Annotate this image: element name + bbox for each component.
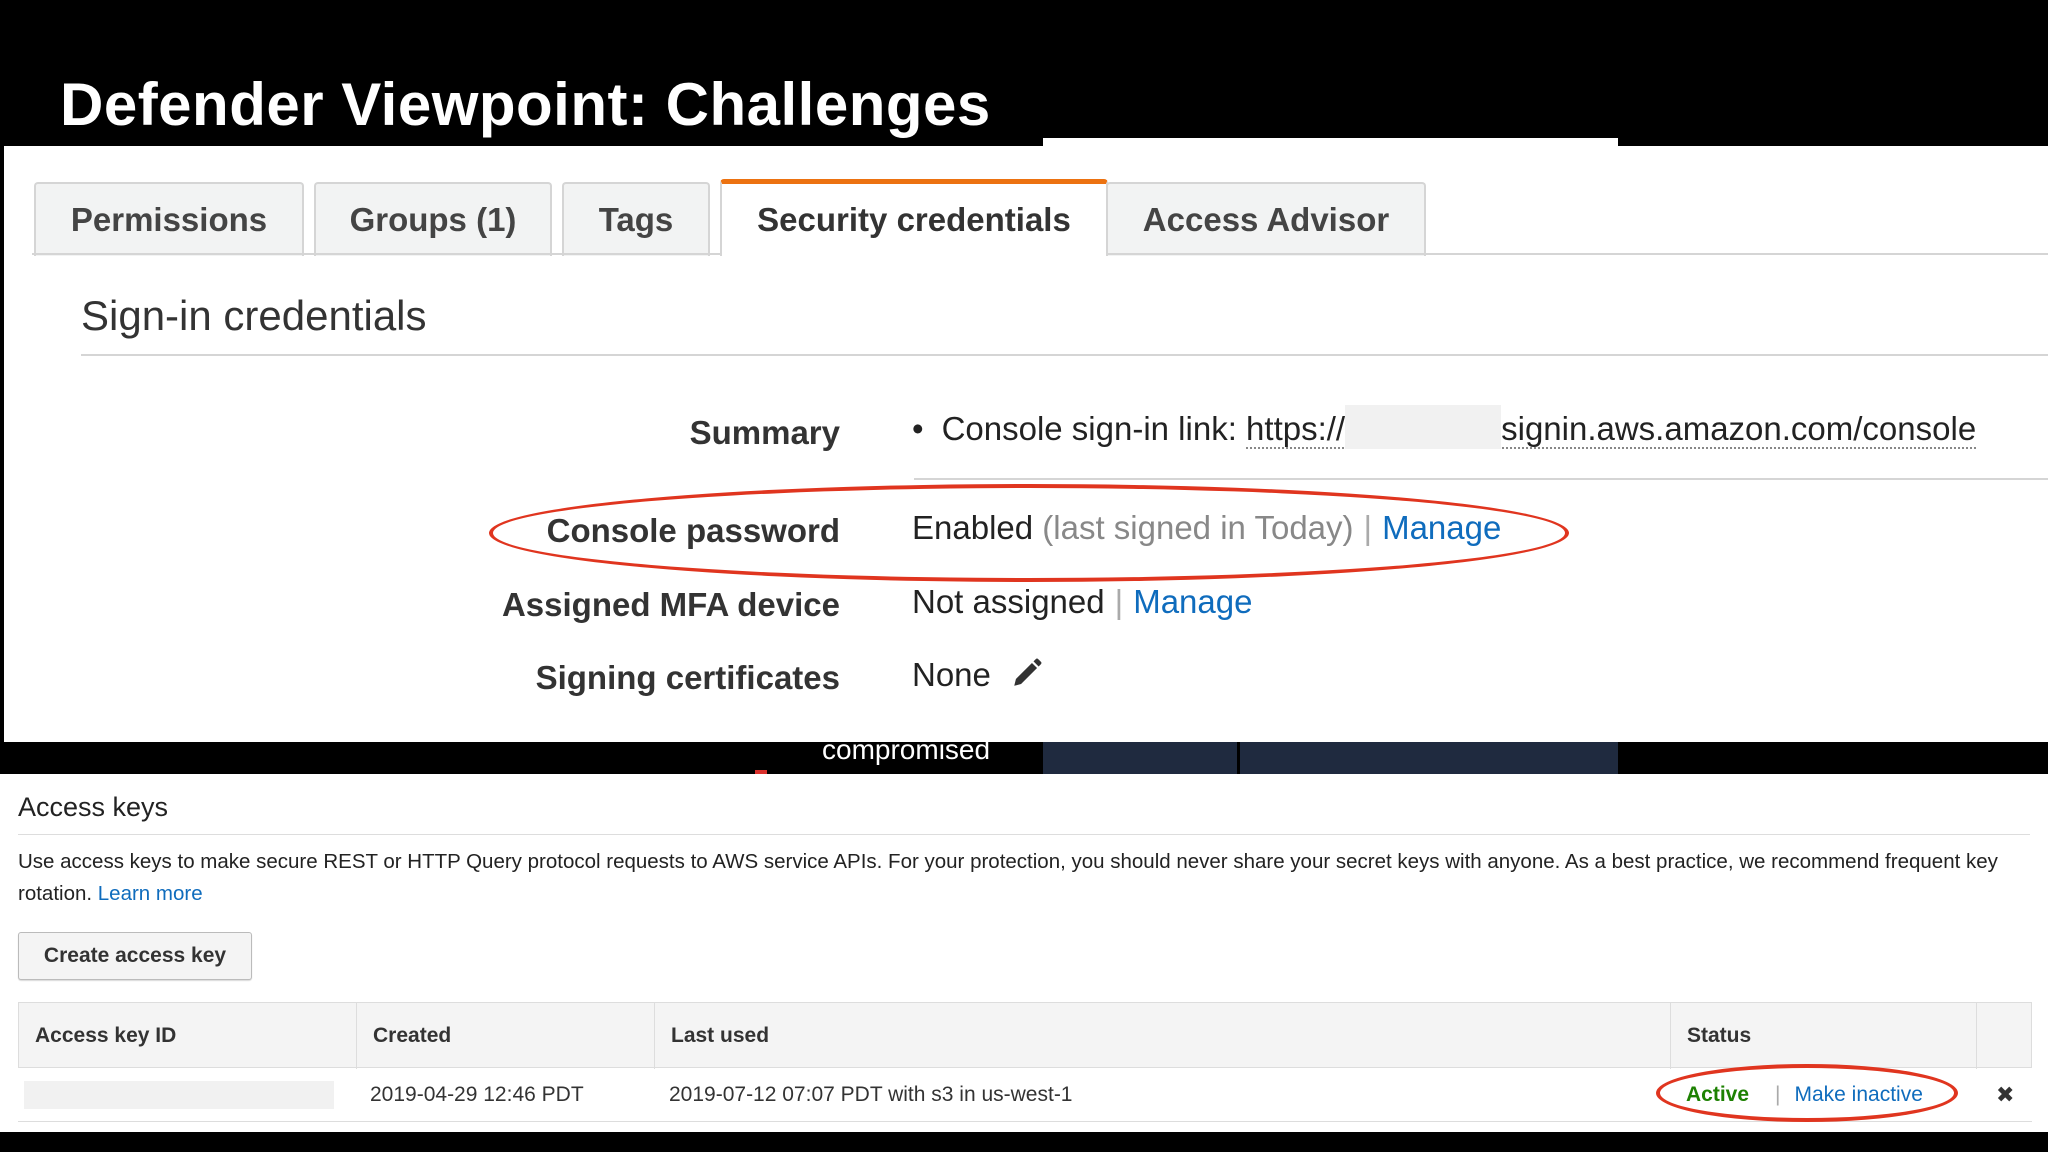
column-header-status[interactable]: Status [1671,1003,1977,1069]
mfa-value: Not assigned | Manage [912,583,1252,621]
section-title: Sign-in credentials [81,292,427,339]
column-header-last-used[interactable]: Last used [655,1003,1671,1069]
summary-value: • Console sign-in link: https://signin.aw… [912,405,1977,450]
iam-user-panel: Permissions Groups (1) Tags Security cre… [4,146,2048,742]
bullet: • [912,410,924,447]
created-cell: 2019-04-29 12:46 PDT [370,1083,584,1106]
section-divider [81,354,2048,356]
mfa-status: Not assigned [912,583,1105,620]
table-header: Access key ID Created Last used Status [18,1002,2032,1069]
summary-divider [914,478,2048,480]
summary-label: Summary [689,414,840,451]
tab-tags[interactable]: Tags [562,182,710,256]
separator: | [1114,583,1124,620]
access-keys-title: Access keys [18,792,169,822]
access-keys-panel: Access keys Use access keys to make secu… [0,774,2048,1132]
access-keys-description: Use access keys to make secure REST or H… [18,846,2018,910]
pencil-icon[interactable] [1010,656,1044,698]
annotation-ellipse [1656,1064,1958,1122]
slide-title: Defender Viewpoint: Challenges [60,71,991,138]
tab-access-advisor[interactable]: Access Advisor [1106,182,1426,256]
signin-link-prefix: Console sign-in link: [941,410,1237,447]
tab-bar: Permissions Groups (1) Tags Security cre… [32,179,2048,256]
signing-certs-label: Signing certificates [535,659,840,696]
annotation-ellipse [489,484,1569,582]
delete-key-icon[interactable]: ✖ [1996,1068,2014,1122]
manage-mfa-link[interactable]: Manage [1133,583,1252,620]
console-signin-link[interactable]: https://signin.aws.amazon.com/console [1246,405,1977,450]
column-header-access-key-id[interactable]: Access key ID [19,1003,357,1069]
learn-more-link[interactable]: Learn more [98,882,203,905]
tab-groups[interactable]: Groups (1) [314,182,552,256]
deck-navy-block [1240,742,1618,774]
deck-navy-block [1043,742,1237,774]
access-key-id-cell [24,1068,334,1122]
redacted-access-key-id [24,1081,334,1109]
tab-security-credentials[interactable]: Security credentials [720,179,1108,256]
deck-strip [1043,138,1618,146]
redacted-account-id [1345,405,1502,450]
bottom-border [0,1132,2048,1152]
description-text: Use access keys to make secure REST or H… [18,850,1998,905]
signing-certs-status: None [912,656,991,693]
signing-certs-value: None [912,656,1044,698]
tab-permissions[interactable]: Permissions [34,182,304,256]
last-used-cell: 2019-07-12 07:07 PDT with s3 in us-west-… [669,1083,1073,1106]
mfa-label: Assigned MFA device [501,586,840,623]
create-access-key-button[interactable]: Create access key [18,932,252,980]
column-header-created[interactable]: Created [357,1003,655,1069]
access-keys-divider [18,834,2030,835]
